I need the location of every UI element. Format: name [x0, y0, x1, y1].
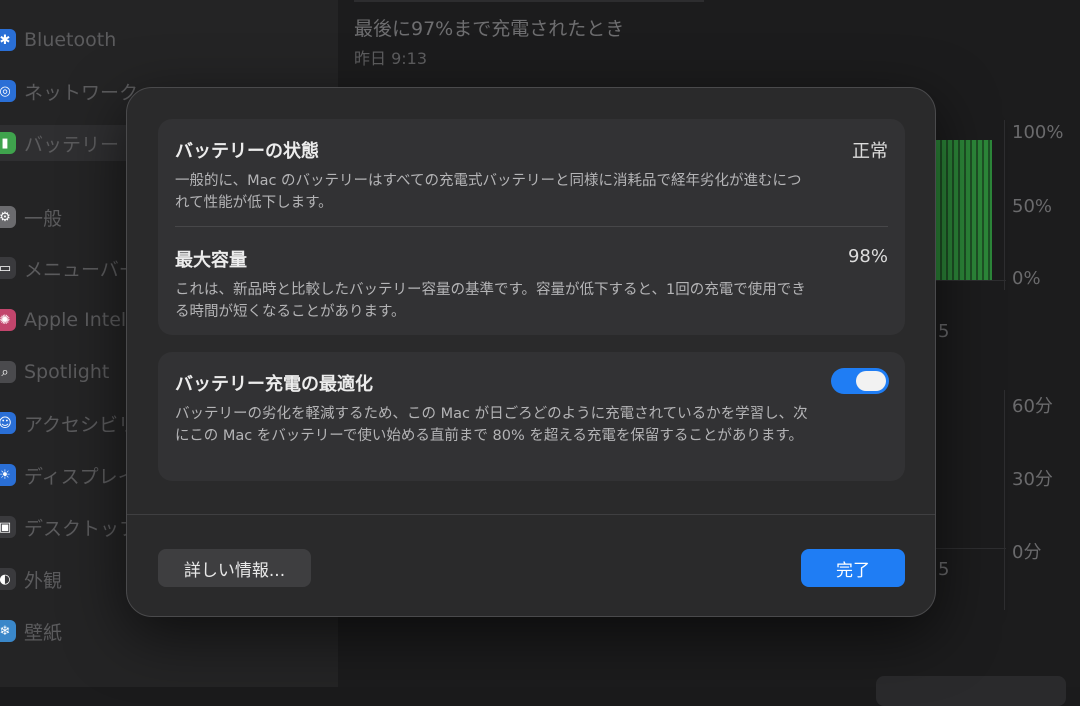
max-capacity-value: 98%	[847, 246, 888, 267]
sidebar-item-label: デスクトップ	[24, 517, 139, 540]
battery-health-title: バッテリーの状態	[175, 141, 319, 162]
usage-axis-tick: 30分	[1012, 469, 1053, 490]
chart-gridline	[1004, 120, 1005, 290]
optimized-charging-row: バッテリー充電の最適化 バッテリーの劣化を軽減するため、この Mac が日ごろど…	[175, 370, 888, 447]
chart-gridline	[936, 548, 1006, 549]
sidebar-item-label: Spotlight	[24, 361, 110, 383]
sidebar-item-network[interactable]: ◎ ネットワーク	[0, 73, 138, 109]
sidebar-item-label: 壁紙	[24, 621, 63, 644]
globe-icon: ◎	[0, 80, 16, 102]
sidebar-item-label: メニューバー	[24, 258, 138, 281]
sidebar-item-menubar[interactable]: ▭ メニューバー	[0, 250, 138, 286]
chart-x-tick: 5	[938, 321, 950, 342]
level-axis-tick: 0%	[1012, 268, 1041, 289]
optimized-charging-description: バッテリーの劣化を軽減するため、この Mac が日ごろどのように充電されているか…	[175, 406, 808, 444]
max-capacity-title: 最大容量	[175, 250, 247, 271]
battery-info-card: バッテリーの状態 正常 一般的に、Mac のバッテリーはすべての充電式バッテリー…	[158, 119, 905, 335]
sidebar-item-appearance[interactable]: ◐ 外観	[0, 561, 62, 597]
level-axis-tick: 50%	[1012, 196, 1053, 217]
max-capacity-description: これは、新品時と比較したバッテリー容量の基準です。容量が低下すると、1回の充電で…	[175, 282, 806, 320]
chart-gridline	[936, 280, 1006, 281]
battery-health-sheet: バッテリーの状態 正常 一般的に、Mac のバッテリーはすべての充電式バッテリー…	[126, 87, 936, 617]
sidebar-item-desktop[interactable]: ▣ デスクトップ	[0, 509, 138, 545]
sidebar-item-display[interactable]: ☀ ディスプレイ	[0, 457, 137, 493]
optimized-charging-toggle[interactable]	[831, 368, 889, 394]
divider	[354, 0, 704, 2]
desktop-icon: ▣	[0, 516, 16, 538]
done-button[interactable]: 完了	[801, 549, 905, 587]
sidebar-item-spotlight[interactable]: ⌕ Spotlight	[0, 354, 109, 390]
gear-icon: ⚙	[0, 206, 16, 228]
sidebar-item-label: 一般	[24, 207, 63, 230]
sidebar-item-label: ディスプレイ	[24, 465, 137, 488]
last-charged-title: 最後に97%まで充電されたとき	[354, 18, 625, 40]
battery-level-bars	[936, 140, 992, 280]
battery-icon: ▮	[0, 132, 16, 154]
accessibility-icon: ☺	[0, 412, 16, 434]
battery-health-value: 正常	[852, 141, 888, 162]
usage-axis-tick: 60分	[1012, 396, 1053, 417]
usage-axis-tick: 0分	[1012, 542, 1042, 563]
more-info-button[interactable]: 詳しい情報...	[158, 549, 311, 587]
divider	[175, 226, 888, 227]
battery-health-description: 一般的に、Mac のバッテリーはすべての充電式バッテリーと同様に消耗品で経年劣化…	[175, 173, 802, 211]
wallpaper-icon: ❄	[0, 620, 16, 642]
sidebar-item-general[interactable]: ⚙ 一般	[0, 199, 62, 235]
toggle-knob	[856, 371, 886, 391]
sidebar-item-label: 外観	[24, 569, 63, 592]
chart-gridline	[1004, 390, 1005, 610]
divider	[127, 514, 935, 515]
menubar-icon: ▭	[0, 257, 16, 279]
sidebar-item-bluetooth[interactable]: ✱ Bluetooth	[0, 22, 116, 58]
bottom-control[interactable]	[876, 676, 1066, 706]
optimized-charging-title: バッテリー充電の最適化	[175, 374, 373, 395]
chart-x-tick: 5	[938, 559, 950, 580]
sidebar-item-wallpaper[interactable]: ❄ 壁紙	[0, 613, 62, 649]
bluetooth-icon: ✱	[0, 29, 16, 51]
sidebar-item-label: Bluetooth	[24, 29, 117, 51]
optimized-charging-card: バッテリー充電の最適化 バッテリーの劣化を軽減するため、この Mac が日ごろど…	[158, 352, 905, 481]
max-capacity-row: 最大容量 98% これは、新品時と比較したバッテリー容量の基準です。容量が低下す…	[175, 246, 888, 323]
appearance-icon: ◐	[0, 568, 16, 590]
battery-health-row: バッテリーの状態 正常 一般的に、Mac のバッテリーはすべての充電式バッテリー…	[175, 137, 888, 214]
sidebar-item-label: バッテリー	[24, 133, 120, 156]
sidebar-item-label: ネットワーク	[24, 81, 139, 104]
last-charged-time: 昨日 9:13	[354, 49, 428, 68]
search-icon: ⌕	[0, 361, 16, 383]
level-axis-tick: 100%	[1012, 122, 1064, 143]
sun-icon: ☀	[0, 464, 16, 486]
apple-intelligence-icon: ✺	[0, 309, 16, 331]
